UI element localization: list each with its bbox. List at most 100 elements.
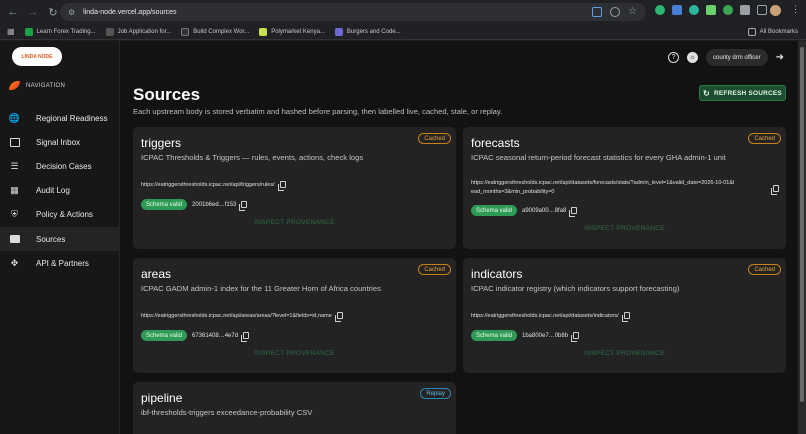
- card-title: areas: [141, 267, 172, 281]
- inspect-provenance-button[interactable]: INSPECT PROVENANCE: [463, 350, 786, 357]
- card-description: ICPAC Thresholds & Triggers — rules, eve…: [141, 153, 364, 162]
- api-icon: ✥: [10, 257, 19, 268]
- bookmark-item[interactable]: Learn Forex Trading...: [24, 27, 96, 36]
- menu-icon[interactable]: ⋮: [791, 4, 800, 15]
- bookmark-favicon-icon: [181, 27, 190, 36]
- bookmarks-bar: ▦ Learn Forex Trading... Job Application…: [0, 24, 806, 40]
- address-bar[interactable]: ⚙ linda-node.vercel.app/sources ☆: [60, 3, 646, 21]
- copy-icon[interactable]: [277, 181, 286, 192]
- copy-icon[interactable]: [334, 312, 343, 323]
- status-badge: Cached: [418, 264, 451, 275]
- card-description: ICPAC indicator registry (which indicato…: [471, 284, 680, 293]
- bookmark-item[interactable]: Job Application for...: [105, 27, 171, 36]
- card-title: pipeline: [141, 391, 183, 405]
- status-badge: Cached: [748, 264, 781, 275]
- page-subtitle: Each upstream body is stored verbatim an…: [133, 107, 503, 116]
- sidebar-item-policy-actions[interactable]: ⛨ Policy & Actions: [0, 202, 120, 226]
- reload-icon[interactable]: ↻: [46, 5, 60, 19]
- sidebar-item-label: Sources: [36, 234, 66, 244]
- forward-icon[interactable]: →: [26, 5, 40, 19]
- topbar-actions: ? ☼ county drm officer ➜: [668, 49, 784, 66]
- bookmark-favicon-icon: [334, 27, 343, 36]
- schema-valid-badge: Schema valid: [141, 199, 188, 210]
- card-title: indicators: [471, 267, 523, 281]
- extension-icon[interactable]: [706, 5, 716, 15]
- bookmark-favicon-icon: [259, 27, 268, 36]
- source-url: https://eatriggersthresholds.icpac.net/a…: [471, 312, 630, 323]
- inspect-provenance-button[interactable]: INSPECT PROVENANCE: [463, 225, 786, 232]
- back-icon[interactable]: ←: [6, 5, 20, 19]
- copy-icon[interactable]: [771, 185, 779, 195]
- sidebar: LINDA NODE NAVIGATION 🌐 Regional Readine…: [0, 41, 120, 434]
- bookmark-item[interactable]: Polymarket Kenya...: [259, 27, 325, 36]
- logout-icon[interactable]: ➜: [776, 52, 784, 63]
- schema-valid-badge: Schema valid: [141, 330, 188, 341]
- puzzle-icon[interactable]: [757, 5, 767, 15]
- card-description: ICPAC GADM admin-1 index for the 11 Grea…: [141, 284, 381, 293]
- source-card-indicators: indicators Cached ICPAC indicator regist…: [463, 258, 786, 373]
- folder-icon: [747, 27, 756, 36]
- all-bookmarks[interactable]: All Bookmarks: [747, 27, 798, 36]
- theme-toggle-icon[interactable]: ☼: [687, 52, 699, 63]
- sidebar-item-api-partners[interactable]: ✥ API & Partners: [0, 251, 120, 275]
- apps-icon[interactable]: ▦: [7, 27, 15, 36]
- content-hash: a9009a00…8fa8: [522, 207, 578, 217]
- status-badge: Cached: [418, 133, 451, 144]
- user-role-pill[interactable]: county drm officer: [706, 49, 768, 66]
- sidebar-item-label: Audit Log: [36, 185, 70, 195]
- inbox-icon: [9, 137, 20, 148]
- sidebar-item-sources[interactable]: Sources: [0, 227, 120, 251]
- cases-icon: ☰: [10, 160, 19, 171]
- bookmark-item[interactable]: Build Complex Wor...: [181, 27, 249, 36]
- source-card-triggers: triggers Cached ICPAC Thresholds & Trigg…: [133, 127, 456, 249]
- cast-icon[interactable]: [592, 7, 602, 17]
- page-scrollbar[interactable]: [798, 41, 806, 434]
- refresh-icon: ↻: [703, 88, 710, 98]
- bookmark-favicon-icon: [105, 27, 114, 36]
- source-card-pipeline: pipeline Replay ibf-thresholds-triggers …: [133, 382, 456, 434]
- scrollbar-thumb[interactable]: [800, 47, 804, 402]
- sidebar-item-regional-readiness[interactable]: 🌐 Regional Readiness: [0, 106, 120, 130]
- extension-icon[interactable]: [672, 5, 682, 15]
- copy-icon[interactable]: [569, 207, 578, 217]
- star-icon[interactable]: ☆: [628, 7, 638, 17]
- copy-icon[interactable]: [239, 201, 248, 211]
- refresh-sources-button[interactable]: ↻ REFRESH SOURCES: [699, 85, 786, 101]
- content-hash: 2001b6ed…f153: [192, 201, 248, 211]
- profile-avatar[interactable]: [770, 5, 781, 16]
- nav-header: NAVIGATION: [9, 81, 65, 90]
- schema-valid-badge: Schema valid: [471, 205, 518, 216]
- extension-icon[interactable]: [723, 5, 733, 15]
- extension-shield-icon[interactable]: [655, 5, 665, 15]
- bookmark-item[interactable]: Burgers and Code...: [334, 27, 401, 36]
- status-badge: Replay: [420, 388, 451, 399]
- content-hash: 1ba800e7…0b8b: [522, 332, 580, 342]
- bookmark-favicon-icon: [24, 27, 33, 36]
- help-icon[interactable]: ?: [668, 52, 680, 63]
- audit-icon: ▦: [10, 184, 19, 195]
- copy-icon[interactable]: [621, 312, 630, 323]
- source-url: https://eatriggersthresholds.icpac.net/a…: [471, 180, 735, 195]
- browser-toolbar: ← → ↻ ⚙ linda-node.vercel.app/sources ☆ …: [0, 0, 806, 24]
- inspect-provenance-button[interactable]: INSPECT PROVENANCE: [133, 350, 456, 357]
- sources-icon: [9, 234, 20, 245]
- brand-logo[interactable]: LINDA NODE: [12, 47, 62, 66]
- sidebar-item-audit-log[interactable]: ▦ Audit Log: [0, 178, 120, 202]
- card-title: triggers: [141, 136, 182, 150]
- card-description: ICPAC seasonal return-period forecast st…: [471, 153, 726, 162]
- card-description: ibf-thresholds-triggers exceedance-proba…: [141, 408, 313, 417]
- copy-icon[interactable]: [241, 332, 250, 342]
- extension-icon[interactable]: [740, 5, 750, 15]
- sidebar-item-signal-inbox[interactable]: Signal Inbox: [0, 130, 120, 154]
- inspect-provenance-button[interactable]: INSPECT PROVENANCE: [133, 219, 456, 226]
- site-info-icon[interactable]: ⚙: [68, 8, 75, 17]
- page-title: Sources: [133, 85, 201, 104]
- extension-icon[interactable]: [689, 5, 699, 15]
- key-icon[interactable]: [610, 7, 620, 17]
- logo-text: LINDA NODE: [21, 53, 53, 60]
- sidebar-item-label: Decision Cases: [36, 161, 92, 171]
- copy-icon[interactable]: [571, 332, 580, 342]
- status-badge: Cached: [748, 133, 781, 144]
- sidebar-item-label: Policy & Actions: [36, 209, 93, 219]
- sidebar-item-decision-cases[interactable]: ☰ Decision Cases: [0, 154, 120, 178]
